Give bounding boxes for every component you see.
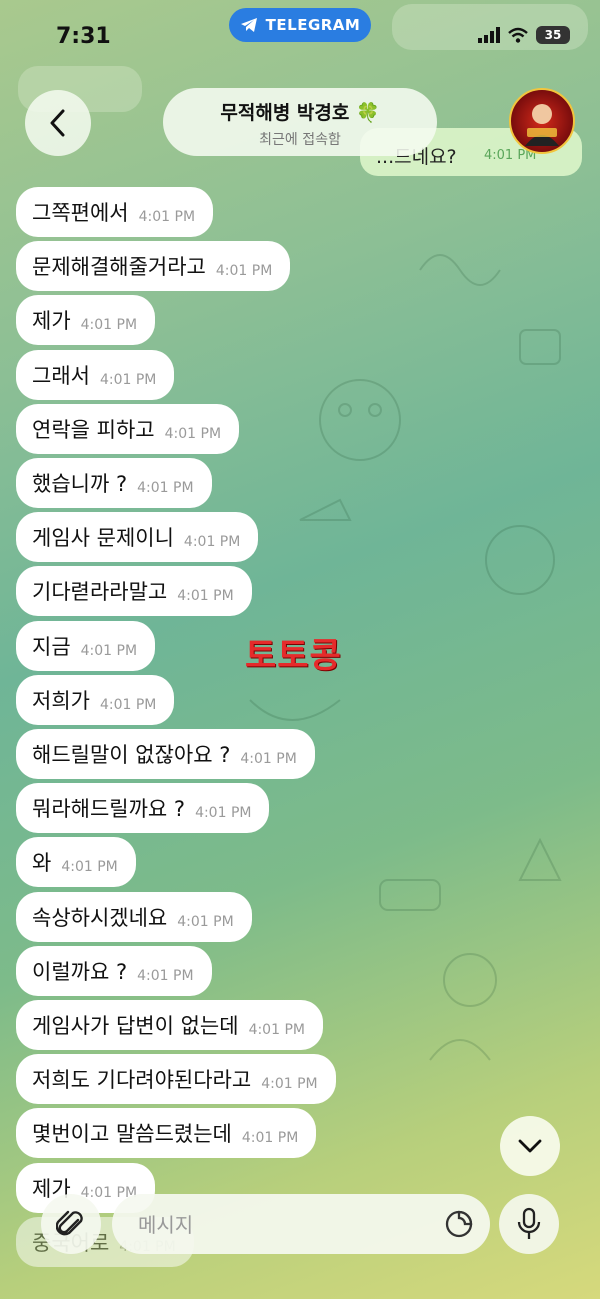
message-text: 연락을 피하고 — [32, 418, 155, 442]
message-time: 4:01 PM — [137, 480, 194, 496]
message-bubble[interactable]: 그래서 4:01 PM — [16, 350, 175, 400]
message-bubble[interactable]: 와 4:01 PM — [16, 837, 136, 887]
message-time: 4:01 PM — [261, 1076, 318, 1092]
avatar[interactable] — [509, 88, 575, 154]
message-text: 저희가 — [32, 689, 90, 713]
telegram-icon — [240, 18, 257, 32]
wifi-icon — [508, 27, 528, 43]
message-bubble[interactable]: 지금 4:01 PM — [16, 621, 156, 671]
message-text: 몇번이고 말씀드렸는데 — [32, 1122, 232, 1146]
message-bubble[interactable]: 했습니까 ? 4:01 PM — [16, 458, 212, 508]
message-time: 4:01 PM — [80, 643, 138, 659]
message-time: 4:01 PM — [241, 1130, 299, 1146]
message-input[interactable] — [136, 1208, 440, 1242]
message-text: 속상하시겠네요 — [32, 906, 168, 930]
avatar-image — [525, 104, 559, 146]
message-time: 4:01 PM — [195, 805, 252, 821]
battery-icon: 35 — [536, 26, 570, 44]
back-button[interactable] — [25, 90, 91, 156]
chevron-down-icon — [518, 1139, 542, 1153]
message-text: 했습니까 ? — [32, 472, 128, 496]
message-text: 게임사가 답변이 없는데 — [32, 1014, 239, 1038]
message-time: 4:01 PM — [177, 588, 234, 604]
microphone-icon — [517, 1207, 541, 1239]
message-bubble[interactable]: 이럴까요 ? 4:01 PM — [16, 946, 212, 996]
chat-title[interactable]: 무적해병 박경호 🍀 최근에 접속함 — [163, 88, 437, 156]
paperclip-icon — [56, 1210, 83, 1236]
message-bubble[interactable]: 뭐라해드릴까요 ? 4:01 PM — [16, 783, 270, 833]
message-bubble[interactable]: 속상하시겠네요 4:01 PM — [16, 892, 252, 942]
message-time: 4:01 PM — [99, 697, 157, 713]
attach-button[interactable] — [41, 1194, 101, 1254]
message-bubble[interactable]: 기다렫라라말고 4:01 PM — [16, 566, 252, 616]
message-time: 4:01 PM — [99, 372, 157, 388]
message-text: 저희도 기다려야된다라고 — [32, 1068, 252, 1092]
message-time: 4:01 PM — [61, 859, 118, 875]
message-time: 4:01 PM — [138, 209, 196, 225]
message-time: 4:01 PM — [240, 751, 297, 767]
message-text: 지금 — [32, 635, 71, 659]
watermark: 토토콩 — [245, 636, 342, 676]
signal-icon — [478, 27, 500, 43]
message-text: 그래서 — [32, 364, 90, 388]
message-bubble[interactable]: 저희도 기다려야된다라고 4:01 PM — [16, 1054, 336, 1104]
message-text: 문제해결해줄거라고 — [32, 255, 206, 279]
message-bubble[interactable]: 그쪽편에서 4:01 PM — [16, 187, 214, 237]
message-text: 이럴까요 ? — [32, 960, 128, 984]
message-time: 4:01 PM — [183, 534, 241, 550]
message-text: 기다렫라라말고 — [32, 580, 168, 604]
message-time: 4:01 PM — [215, 263, 273, 279]
message-bubble[interactable]: 제가 4:01 PM — [16, 295, 156, 345]
message-time: 4:01 PM — [137, 968, 194, 984]
telegram-pill-label: TELEGRAM — [265, 16, 361, 34]
message-text: 해드릴말이 없잖아요 ? — [32, 743, 231, 767]
voice-button[interactable] — [499, 1194, 559, 1254]
status-time: 7:31 — [56, 24, 111, 49]
scroll-down-button[interactable] — [500, 1116, 560, 1176]
message-bubble[interactable]: 연락을 피하고 4:01 PM — [16, 404, 240, 454]
message-text: 뭐라해드릴까요 ? — [32, 797, 186, 821]
message-bubble[interactable]: 문제해결해줄거라고 4:01 PM — [16, 241, 291, 291]
message-time: 4:01 PM — [80, 317, 138, 333]
contact-status: 최근에 접속함 — [259, 132, 341, 148]
message-bubble[interactable]: 해드릴말이 없잖아요 ? 4:01 PM — [16, 729, 315, 779]
message-bubble[interactable]: 저희가 4:01 PM — [16, 675, 175, 725]
message-text: 그쪽편에서 — [32, 201, 129, 225]
chevron-left-icon — [50, 109, 65, 137]
sticker-icon[interactable] — [444, 1209, 474, 1239]
message-bubble[interactable]: 게임사 문제이니 4:01 PM — [16, 512, 259, 562]
telegram-pill[interactable]: TELEGRAM — [229, 8, 371, 42]
message-time: 4:01 PM — [164, 426, 222, 442]
message-text: 게임사 문제이니 — [32, 526, 174, 550]
message-time: 4:01 PM — [177, 914, 234, 930]
status-icons: 35 — [478, 26, 570, 44]
message-bubble[interactable]: 게임사가 답변이 없는데 4:01 PM — [16, 1000, 323, 1050]
message-bubble[interactable]: 몇번이고 말씀드렸는데 4:01 PM — [16, 1108, 317, 1158]
message-composer[interactable] — [112, 1194, 490, 1254]
contact-name: 무적해병 박경호 🍀 — [220, 102, 380, 124]
message-text: 제가 — [32, 309, 71, 333]
message-time: 4:01 PM — [248, 1022, 305, 1038]
message-text: 와 — [32, 851, 52, 875]
